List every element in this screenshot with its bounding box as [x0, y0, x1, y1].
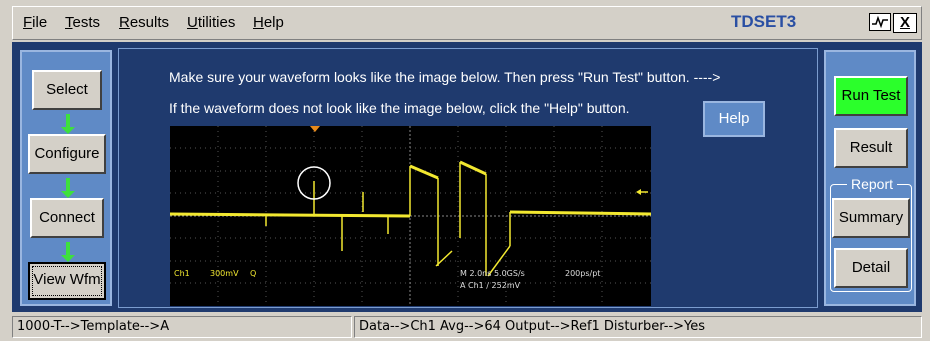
waveform-plot: Ch1 300mV Q M 2.0ns 5.0GS/s 200ps/pt A C… [169, 126, 652, 306]
arrow-down-icon [61, 114, 75, 134]
instruction-line-2: If the waveform does not look like the i… [169, 100, 630, 116]
close-button[interactable]: X [893, 13, 917, 33]
arrow-down-icon [61, 242, 75, 262]
menu-file[interactable]: File [23, 14, 47, 31]
workflow-panel: Select Configure Connect View Wfm [20, 50, 112, 306]
menu-utilities[interactable]: Utilities [187, 14, 235, 31]
menu-results[interactable]: Results [119, 14, 169, 31]
timebase-readout: M 2.0ns 5.0GS/s [460, 269, 525, 278]
arrow-down-icon [61, 178, 75, 198]
menu-bar: File Tests Results Utilities Help TDSET3… [12, 6, 922, 40]
ch1-flag: Q [250, 269, 256, 278]
instruction-line-1: Make sure your waveform looks like the i… [169, 69, 721, 85]
instruction-panel: Make sure your waveform looks like the i… [118, 48, 818, 308]
menu-tests[interactable]: Tests [65, 14, 100, 31]
configure-button[interactable]: Configure [28, 134, 106, 174]
resolution-readout: 200ps/pt [565, 269, 600, 278]
reference-waveform-image: Ch1 300mV Q M 2.0ns 5.0GS/s 200ps/pt A C… [169, 126, 652, 306]
result-button[interactable]: Result [834, 128, 908, 168]
report-group-label: Report [847, 176, 898, 192]
app-title: TDSET3 [731, 12, 797, 31]
select-button[interactable]: Select [32, 70, 102, 110]
oscilloscope-icon[interactable] [869, 13, 891, 31]
ch1-scale: 300mV [210, 269, 239, 278]
connect-button[interactable]: Connect [30, 198, 104, 238]
detail-button[interactable]: Detail [834, 248, 908, 288]
ch1-label: Ch1 [174, 269, 190, 278]
run-test-button[interactable]: Run Test [834, 76, 908, 116]
status-right: Data-->Ch1 Avg-->64 Output-->Ref1 Distur… [354, 316, 922, 338]
action-panel: Run Test Result Report Summary Detail [824, 50, 916, 306]
view-wfm-button[interactable]: View Wfm [28, 262, 106, 300]
help-button[interactable]: Help [703, 101, 765, 137]
trigger-readout: A Ch1 ∕ 252mV [460, 281, 521, 290]
status-left: 1000-T-->Template-->A [12, 316, 352, 338]
main-frame: Select Configure Connect View Wfm Make s… [12, 42, 922, 312]
summary-button[interactable]: Summary [832, 198, 910, 238]
menu-help[interactable]: Help [253, 14, 284, 31]
